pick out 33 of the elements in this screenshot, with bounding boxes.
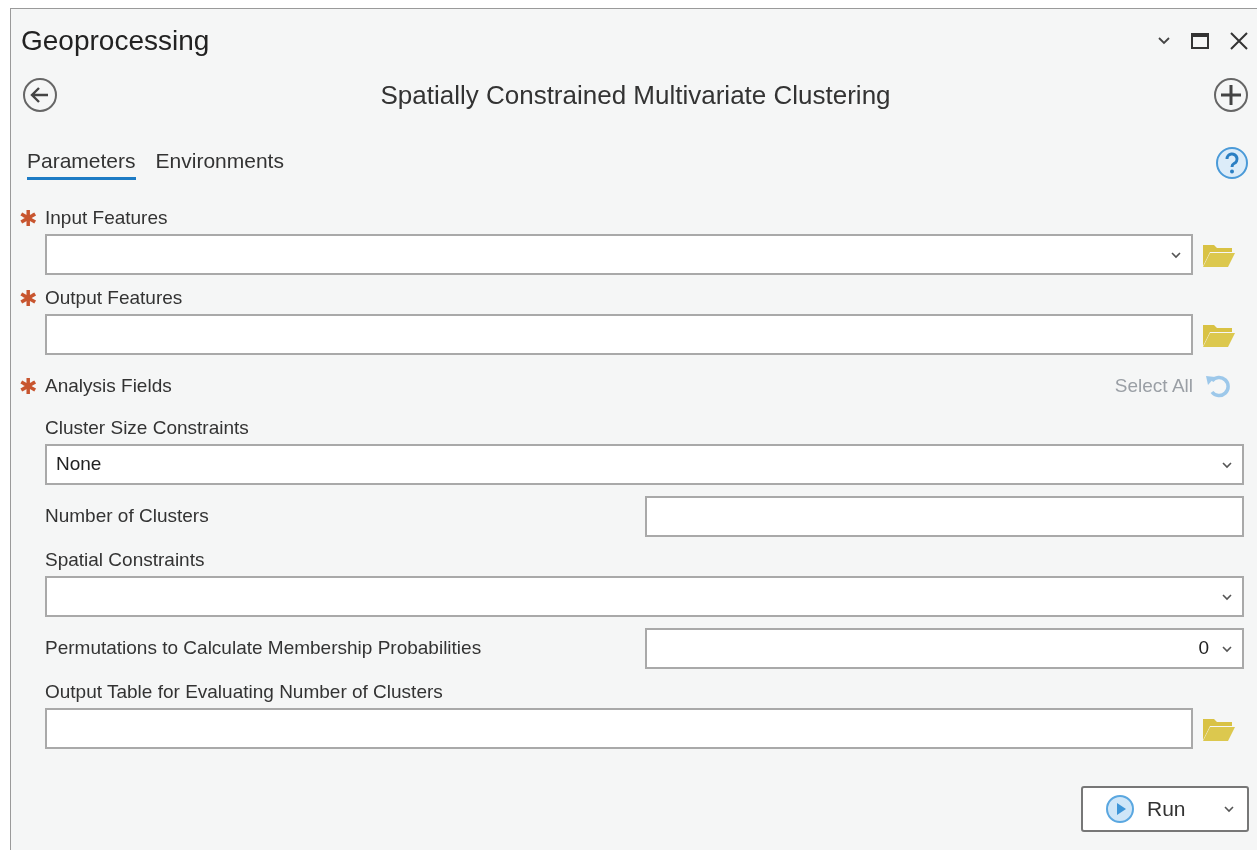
maximize-icon[interactable] [1191, 33, 1209, 49]
parameter-label: Permutations to Calculate Membership Probabilities [45, 636, 483, 661]
field-value: 0 [1198, 636, 1209, 661]
field-value: None [56, 452, 103, 477]
required-mark: ✱ [19, 288, 37, 313]
play-icon [1105, 794, 1135, 824]
tab[interactable]: Parameters [27, 145, 136, 180]
dropdown-field[interactable] [45, 234, 1193, 275]
input-field[interactable] [45, 314, 1193, 355]
input-field[interactable] [645, 496, 1244, 537]
required-mark: ✱ [19, 208, 37, 233]
dropdown-field[interactable]: None [45, 444, 1244, 485]
parameter-label: Number of Clusters [45, 504, 210, 529]
close-icon[interactable] [1229, 31, 1249, 51]
run-button[interactable]: Run [1081, 786, 1249, 832]
tab[interactable]: Environments [155, 145, 284, 180]
caret-icon [1223, 805, 1235, 813]
parameter-label: Output Table for Evaluating Number of Clusters [45, 679, 443, 704]
parameter-label: Analysis Fields [45, 373, 173, 398]
collapse-icon[interactable] [1157, 36, 1171, 46]
add-icon[interactable] [1213, 77, 1249, 113]
back-icon[interactable] [22, 77, 58, 113]
parameter-label: Spatial Constraints [45, 547, 205, 572]
dropdown-field[interactable]: 0 [645, 628, 1244, 669]
tool-title: Spatially Constrained Multivariate Clustering [379, 78, 892, 112]
help-icon[interactable] [1215, 145, 1249, 180]
dropdown-field[interactable] [45, 576, 1244, 617]
parameter-label: Output Features [45, 285, 183, 310]
input-field[interactable] [45, 708, 1193, 749]
parameter-label: Input Features [45, 205, 168, 230]
window-title: Geoprocessing [21, 24, 211, 58]
required-mark: ✱ [19, 376, 37, 398]
parameter-label: Cluster Size Constraints [45, 415, 249, 440]
